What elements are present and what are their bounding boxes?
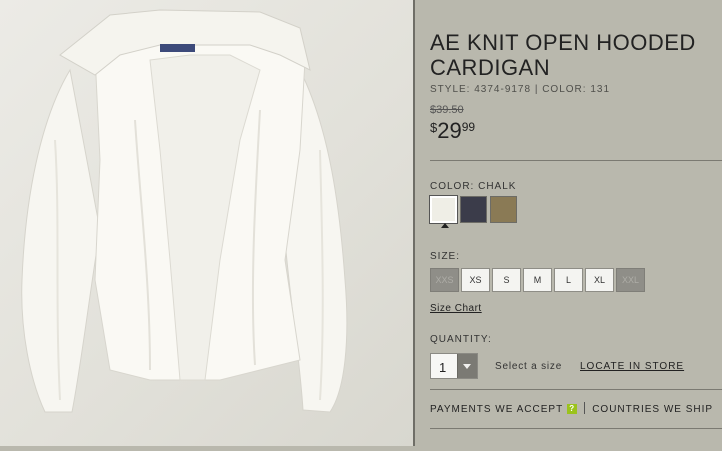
style-color-code: STYLE: 4374-9178 | COLOR: 131 <box>430 84 611 95</box>
selected-indicator-icon <box>441 223 449 228</box>
size-chart-link[interactable]: Size Chart <box>430 303 482 314</box>
product-image <box>0 0 413 446</box>
countries-link[interactable]: COUNTRIES WE SHIP <box>592 404 713 415</box>
cardigan-illustration <box>21 9 348 413</box>
payments-link[interactable]: PAYMENTS WE ACCEPT <box>430 404 563 415</box>
size-xl-button[interactable]: XL <box>585 268 614 292</box>
size-xxs-button: XXS <box>430 268 459 292</box>
divider <box>430 389 722 390</box>
size-s-button[interactable]: S <box>492 268 521 292</box>
select-size-hint: Select a size <box>495 361 563 372</box>
size-l-button[interactable]: L <box>554 268 583 292</box>
size-m-button[interactable]: M <box>523 268 552 292</box>
product-title: AE KNIT OPEN HOODED CARDIGAN <box>430 30 696 80</box>
divider <box>430 428 722 429</box>
price-cents: 99 <box>461 120 476 134</box>
swatch-olive[interactable] <box>490 196 517 223</box>
swatch-chalk[interactable] <box>429 195 458 224</box>
help-icon[interactable]: ? <box>567 404 578 414</box>
dropdown-arrow-icon[interactable] <box>457 354 477 378</box>
separator <box>584 402 586 414</box>
swatch-navy[interactable] <box>460 196 487 223</box>
quantity-value: 1 <box>439 360 447 375</box>
size-label: SIZE: <box>430 251 461 262</box>
quantity-label: QUANTITY: <box>430 334 492 345</box>
original-price: $39.50 <box>430 104 464 116</box>
price-dollars: 29 <box>437 118 462 143</box>
sale-price: $2999 <box>430 118 475 144</box>
size-xs-button[interactable]: XS <box>461 268 490 292</box>
price-currency: $ <box>430 120 438 135</box>
product-details-panel: AE KNIT OPEN HOODED CARDIGAN STYLE: 4374… <box>415 0 722 446</box>
locate-in-store-link[interactable]: LOCATE IN STORE <box>580 361 684 372</box>
divider <box>430 160 722 161</box>
size-xxl-button: XXL <box>616 268 645 292</box>
footer-links: PAYMENTS WE ACCEPT? COUNTRIES WE SHIP <box>430 402 713 415</box>
color-label: COLOR: CHALK <box>430 181 517 192</box>
quantity-select[interactable]: 1 <box>430 353 478 379</box>
